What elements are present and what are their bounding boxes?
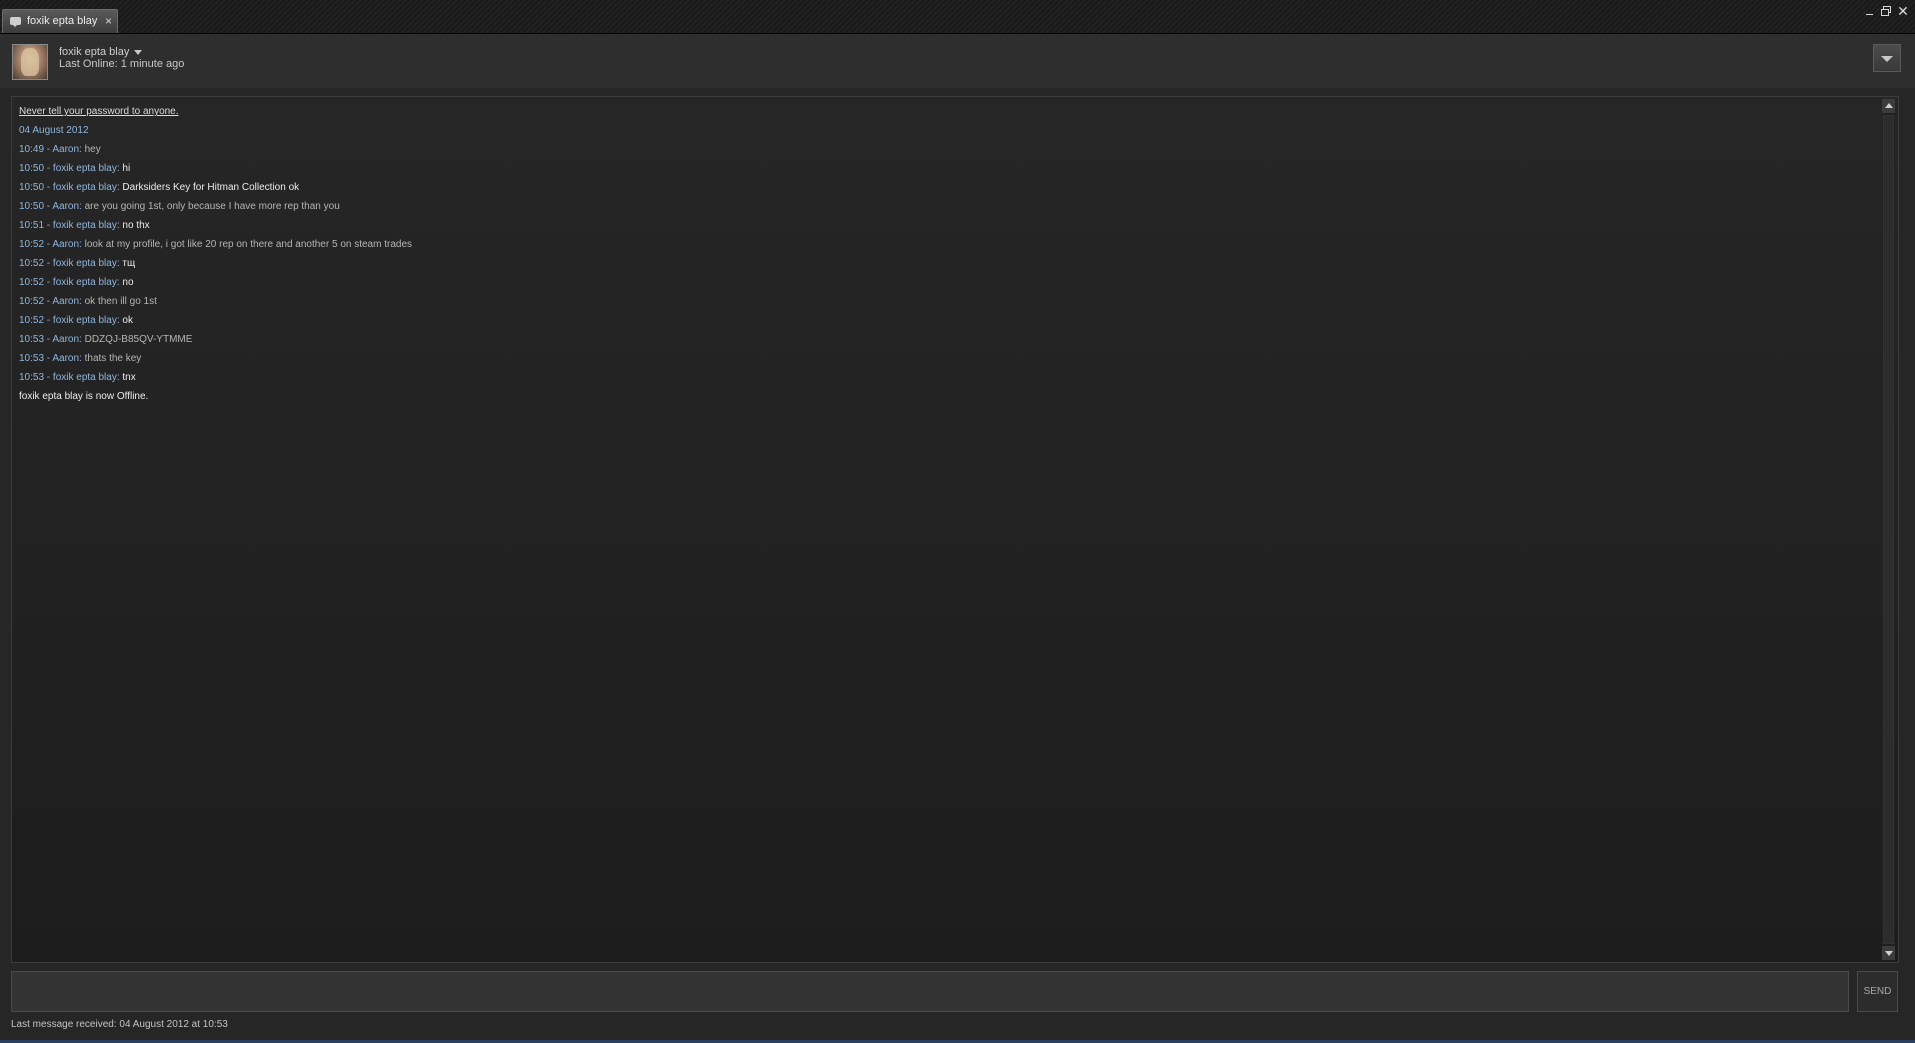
scroll-down-icon[interactable]: [1882, 946, 1895, 960]
message-meta: 10:50 - foxik epta blay:: [19, 163, 123, 174]
message-meta: 10:53 - Aaron:: [19, 353, 85, 364]
name-dropdown-icon[interactable]: [134, 50, 142, 55]
chat-message: 10:50 - Aaron: are you going 1st, only b…: [19, 197, 412, 216]
chat-message: 10:52 - foxik epta blay: тщ: [19, 254, 412, 273]
scroll-up-icon[interactable]: [1882, 99, 1895, 113]
message-text: are you going 1st, only because I have m…: [84, 201, 340, 212]
message-text: ok: [122, 315, 133, 326]
chat-log: Never tell your password to anyone. 04 A…: [11, 96, 1899, 963]
chat-message: 10:52 - Aaron: look at my profile, i got…: [19, 235, 412, 254]
message-text: no: [122, 277, 134, 288]
message-meta: 10:52 - Aaron:: [19, 296, 85, 307]
scroll-thumb[interactable]: [1883, 115, 1894, 944]
chat-bubble-icon: [10, 17, 21, 27]
message-meta: 10:52 - Aaron:: [19, 239, 85, 250]
minimize-icon[interactable]: [1863, 4, 1877, 18]
message-text: thats the key: [84, 353, 142, 364]
maximize-icon[interactable]: [1879, 4, 1893, 18]
title-bar: foxik epta blay × ✕: [0, 0, 1915, 34]
chat-tab[interactable]: foxik epta blay ×: [2, 9, 118, 33]
message-input[interactable]: [11, 971, 1849, 1012]
friend-name[interactable]: foxik epta blay: [59, 46, 129, 58]
chat-message: 10:51 - foxik epta blay: no thx: [19, 216, 412, 235]
date-divider: 04 August 2012: [19, 125, 89, 136]
message-meta: 10:49 - Aaron:: [19, 144, 85, 155]
tab-title: foxik epta blay: [27, 15, 98, 27]
message-meta: 10:50 - foxik epta blay:: [19, 182, 123, 193]
message-text: no thx: [122, 220, 150, 231]
chat-options-button[interactable]: [1873, 44, 1901, 72]
message-meta: 10:52 - foxik epta blay:: [19, 277, 123, 288]
chat-message: 10:53 - Aaron: thats the key: [19, 349, 412, 368]
message-meta: 10:51 - foxik epta blay:: [19, 220, 123, 231]
message-text: ok then ill go 1st: [84, 296, 157, 307]
message-text: Darksiders Key for Hitman Collection ok: [122, 182, 300, 193]
avatar[interactable]: [12, 44, 48, 80]
friend-status: Last Online: 1 minute ago: [59, 58, 185, 70]
message-meta: 10:52 - foxik epta blay:: [19, 258, 123, 269]
chat-message: 10:52 - Aaron: ok then ill go 1st: [19, 292, 412, 311]
chat-message: 10:50 - foxik epta blay: hi: [19, 159, 412, 178]
message-text: hi: [122, 163, 131, 174]
chat-message: 10:50 - foxik epta blay: Darksiders Key …: [19, 178, 412, 197]
scrollbar[interactable]: [1882, 99, 1895, 960]
message-meta: 10:53 - Aaron:: [19, 334, 85, 345]
message-text: DDZQJ-B85QV-YTMME: [84, 334, 193, 345]
chat-message: 10:52 - foxik epta blay: ok: [19, 311, 412, 330]
chat-message: 10:49 - Aaron: hey: [19, 140, 412, 159]
message-meta: 10:52 - foxik epta blay:: [19, 315, 123, 326]
password-warning: Never tell your password to anyone.: [19, 106, 179, 117]
send-button[interactable]: SEND: [1857, 971, 1898, 1012]
chat-message: 10:52 - foxik epta blay: no: [19, 273, 412, 292]
friend-header: foxik epta blay Last Online: 1 minute ag…: [0, 34, 1915, 88]
chat-message: 10:53 - Aaron: DDZQJ-B85QV-YTMME: [19, 330, 412, 349]
last-received-status: Last message received: 04 August 2012 at…: [11, 1019, 228, 1030]
message-meta: 10:50 - Aaron:: [19, 201, 85, 212]
chat-message: 10:53 - foxik epta blay: tnx: [19, 368, 412, 387]
message-text: тщ: [122, 258, 136, 269]
message-text: tnx: [122, 372, 136, 383]
message-list: Never tell your password to anyone. 04 A…: [19, 102, 412, 406]
message-meta: 10:53 - foxik epta blay:: [19, 372, 123, 383]
close-icon[interactable]: ✕: [1896, 4, 1910, 18]
message-text: hey: [84, 144, 101, 155]
offline-notice: foxik epta blay is now Offline.: [19, 391, 149, 402]
message-text: look at my profile, i got like 20 rep on…: [84, 239, 413, 250]
tab-close-icon[interactable]: ×: [105, 14, 112, 28]
